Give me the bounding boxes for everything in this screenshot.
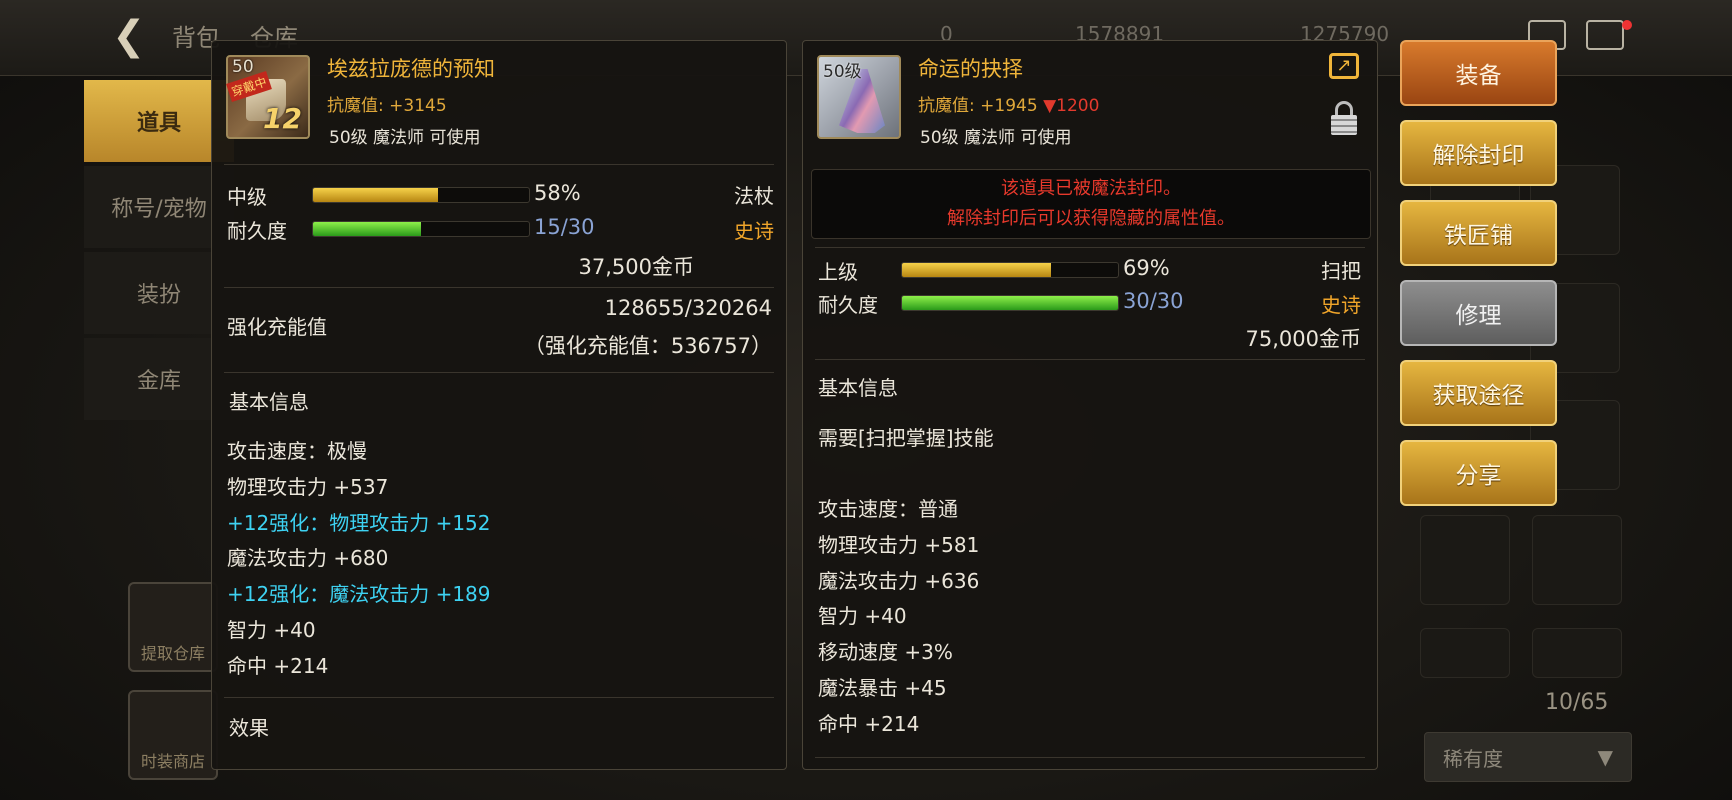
durability-value: 15/30	[534, 215, 595, 239]
lock-icon	[1331, 101, 1357, 135]
grade-label: 中级	[227, 185, 267, 209]
fashion-shop-slot[interactable]: 时装商店	[128, 690, 218, 780]
seal-line-1: 该道具已被魔法封印。	[1001, 178, 1181, 199]
grade-bar-fill	[902, 263, 1052, 277]
equipped-item-tooltip: 50 穿戴中 12 埃兹拉庞德的预知 抗魔值: +3145 50级 魔法师 可使…	[211, 40, 787, 770]
charge-label: 强化充能值	[227, 315, 327, 339]
compared-item-tooltip: 50级 命运的抉择 抗魔值: +1945 ▼1200 50级 魔法师 可使用 ↗…	[802, 40, 1378, 770]
rarity: 史诗	[734, 219, 774, 243]
charge-value: 128655/320264	[604, 296, 772, 320]
stat-line: 物理攻击力 +537	[227, 474, 389, 499]
weapon-type: 扫把	[1321, 259, 1361, 283]
inventory-slot[interactable]	[1420, 515, 1510, 605]
stat-line: 魔法暴击 +45	[818, 676, 947, 700]
sort-label: 稀有度	[1443, 746, 1503, 771]
effect-header: 效果	[229, 716, 269, 740]
durability-label: 耐久度	[818, 293, 878, 317]
share-button[interactable]: 分享	[1400, 440, 1557, 506]
lock-body	[1331, 115, 1357, 135]
stat-line: 攻击速度：极慢	[227, 439, 367, 463]
magic-resist-diff: ▼1200	[1043, 96, 1100, 116]
grade-bar	[312, 187, 530, 203]
item-level-badge: 50级	[823, 62, 862, 82]
broom-item-icon: 50级	[817, 55, 901, 139]
game-screen: ❮ 背包 仓库 0 1578891 1275790 道具 称号/宠物 装扮 金库…	[0, 0, 1732, 800]
magic-resist-label: 抗魔值:	[918, 96, 975, 116]
inventory-slot[interactable]	[1532, 515, 1622, 605]
magic-resist: 抗魔值: +1945 ▼1200	[918, 91, 1099, 116]
repair-button[interactable]: 修理	[1400, 280, 1557, 346]
inventory-count: 10/65	[1545, 690, 1609, 715]
stat-line: 命中 +214	[227, 653, 329, 678]
magic-resist-label: 抗魔值:	[327, 96, 384, 116]
divider	[815, 359, 1365, 360]
magic-resist: 抗魔值: +3145	[327, 91, 447, 116]
item-requirement: 50级 魔法师 可使用	[329, 128, 481, 148]
grade-percent: 58%	[534, 181, 581, 205]
stat-line: +12强化：魔法攻击力 +189	[227, 582, 491, 607]
magic-resist-value: +3145	[389, 96, 447, 116]
item-level-badge: 50	[232, 57, 254, 77]
divider	[224, 164, 774, 165]
skill-requirement: 需要[扫把掌握]技能	[818, 426, 994, 450]
staff-item-icon: 50 穿戴中 12	[226, 55, 310, 139]
dropdown-arrow-icon: ▼	[1597, 745, 1613, 769]
charge-total: （强化充能值：536757）	[523, 334, 772, 358]
reinforce-level: 12	[263, 102, 302, 135]
divider	[815, 247, 1365, 248]
divider	[815, 757, 1365, 758]
sort-dropdown[interactable]: 稀有度 ▼	[1424, 732, 1632, 782]
seal-line-2: 解除封印后可以获得隐藏的属性值。	[947, 208, 1235, 229]
item-requirement: 50级 魔法师 可使用	[920, 128, 1072, 148]
stat-line: 智力 +40	[818, 604, 907, 629]
stat-line: 魔法攻击力 +680	[227, 546, 389, 571]
durability-bar	[312, 221, 530, 237]
stat-line: +12强化：物理攻击力 +152	[227, 510, 491, 535]
stat-line: 移动速度 +3%	[818, 640, 953, 665]
item-name: 埃兹拉庞德的预知	[327, 57, 495, 81]
notification-dot	[1622, 20, 1632, 30]
unseal-button[interactable]: 解除封印	[1400, 120, 1557, 186]
divider	[224, 287, 774, 288]
stat-line: 智力 +40	[227, 618, 316, 642]
sell-price: 37,500金币	[578, 255, 694, 279]
stat-line: 魔法攻击力 +636	[818, 568, 980, 593]
basic-info-header: 基本信息	[229, 390, 309, 414]
inventory-slot[interactable]	[1532, 628, 1622, 678]
inventory-slot[interactable]	[1420, 628, 1510, 678]
stat-line: 物理攻击力 +581	[818, 532, 980, 557]
magic-resist-value: +1945	[980, 96, 1038, 116]
divider	[224, 372, 774, 373]
obtain-source-button[interactable]: 获取途径	[1400, 360, 1557, 426]
grade-bar-fill	[313, 188, 439, 202]
grade-bar	[901, 262, 1119, 278]
basic-info-header: 基本信息	[818, 376, 898, 400]
grade-percent: 69%	[1123, 256, 1170, 280]
durability-bar	[901, 295, 1119, 311]
durability-value: 30/30	[1123, 289, 1184, 313]
grade-label: 上级	[818, 260, 858, 284]
sell-price: 75,000金币	[1245, 327, 1361, 351]
blacksmith-button[interactable]: 铁匠铺	[1400, 200, 1557, 266]
durability-bar-fill	[313, 222, 421, 236]
item-name: 命运的抉择	[918, 57, 1023, 81]
chat-icon[interactable]	[1586, 20, 1624, 50]
share-icon[interactable]: ↗	[1329, 53, 1359, 79]
rarity: 史诗	[1321, 293, 1361, 317]
seal-notice: 该道具已被魔法封印。 解除封印后可以获得隐藏的属性值。	[811, 169, 1371, 239]
equip-button[interactable]: 装备	[1400, 40, 1557, 106]
back-arrow-icon[interactable]: ❮	[112, 14, 156, 58]
durability-bar-fill	[902, 296, 1118, 310]
stat-line: 攻击速度：普通	[818, 497, 958, 521]
divider	[224, 697, 774, 698]
weapon-type: 法杖	[734, 184, 774, 208]
stat-line: 命中 +214	[818, 711, 920, 736]
extract-storage-slot[interactable]: 提取仓库	[128, 582, 218, 672]
durability-label: 耐久度	[227, 219, 287, 243]
